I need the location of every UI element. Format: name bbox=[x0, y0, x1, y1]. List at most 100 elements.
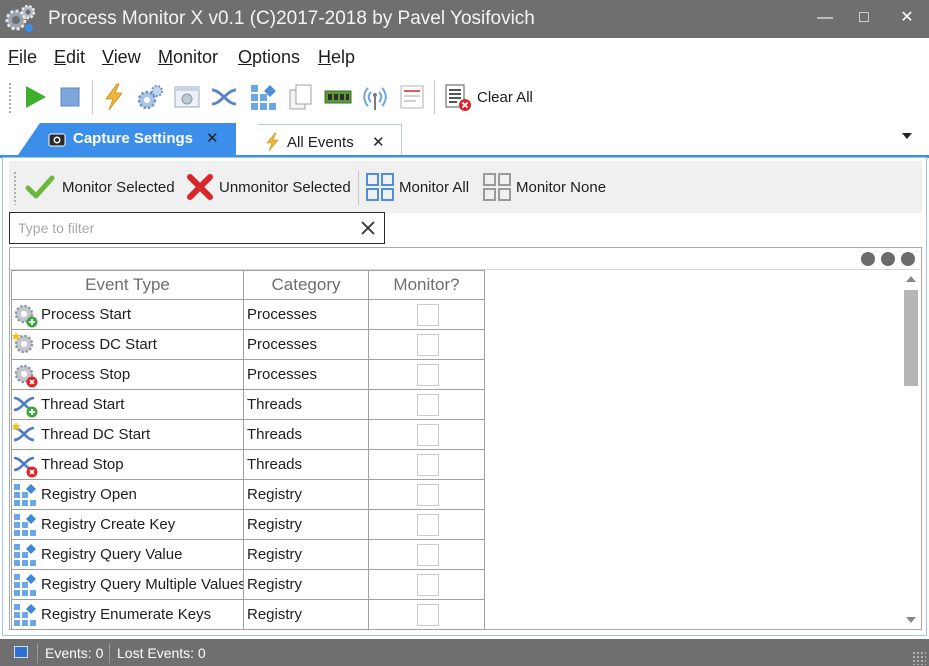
category-cell[interactable]: Processes bbox=[243, 359, 369, 390]
thread-icon[interactable] bbox=[209, 82, 239, 112]
monitor-checkbox[interactable] bbox=[417, 513, 439, 536]
title-bar[interactable]: Process Monitor X v0.1 (C)2017-2018 by P… bbox=[0, 0, 929, 38]
maximize-button[interactable]: □ bbox=[851, 6, 877, 30]
play-icon[interactable] bbox=[20, 82, 50, 112]
scrollbar-thumb[interactable] bbox=[904, 290, 918, 386]
clear-list-icon[interactable] bbox=[443, 82, 473, 112]
file-icon[interactable] bbox=[397, 82, 427, 112]
event-type-cell[interactable]: Registry Create Key bbox=[11, 509, 244, 540]
table-row[interactable]: Registry Query Value Registry bbox=[11, 539, 485, 570]
monitor-checkbox[interactable] bbox=[417, 333, 439, 356]
filter-input[interactable] bbox=[18, 217, 348, 239]
scroll-up-icon[interactable] bbox=[906, 276, 916, 282]
event-type-cell[interactable]: Registry Open bbox=[11, 479, 244, 510]
monitor-none-button[interactable]: Monitor None bbox=[482, 171, 616, 203]
category-cell[interactable]: Registry bbox=[243, 569, 369, 600]
thread-dc-start-icon bbox=[12, 422, 35, 442]
monitor-checkbox[interactable] bbox=[417, 453, 439, 476]
category-cell[interactable]: Registry bbox=[243, 509, 369, 540]
tab-capture-settings-close-icon[interactable]: ✕ bbox=[206, 129, 219, 147]
monitor-checkbox[interactable] bbox=[417, 543, 439, 566]
registry-icon[interactable] bbox=[248, 82, 278, 112]
monitor-selected-button[interactable]: Monitor Selected bbox=[25, 171, 175, 203]
minimize-button[interactable]: — bbox=[812, 6, 838, 30]
menu-view[interactable]: View bbox=[102, 47, 141, 68]
table-row[interactable]: Registry Enumerate Keys Registry bbox=[11, 599, 485, 630]
event-type-cell[interactable]: Registry Enumerate Keys bbox=[11, 599, 244, 630]
monitor-checkbox[interactable] bbox=[417, 603, 439, 626]
table-row[interactable]: Process Stop Processes bbox=[11, 359, 485, 390]
menu-monitor[interactable]: Monitor bbox=[158, 47, 218, 68]
more-options-icon[interactable] bbox=[861, 252, 875, 266]
gears-icon[interactable] bbox=[135, 82, 165, 112]
event-type-cell[interactable]: Thread Start bbox=[11, 389, 244, 420]
action-bar-grip[interactable] bbox=[13, 171, 17, 205]
category-cell[interactable]: Registry bbox=[243, 479, 369, 510]
table-row[interactable]: Process Start Processes bbox=[11, 299, 485, 330]
menu-options[interactable]: Options bbox=[238, 47, 300, 68]
event-type-cell[interactable]: Process DC Start bbox=[11, 329, 244, 360]
toolbar-grip[interactable] bbox=[8, 82, 12, 114]
category-cell[interactable]: Processes bbox=[243, 329, 369, 360]
checkmark-icon bbox=[25, 175, 55, 199]
unmonitor-selected-button[interactable]: Unmonitor Selected bbox=[185, 171, 353, 203]
monitor-checkbox[interactable] bbox=[417, 303, 439, 326]
table-row[interactable]: Thread Start Threads bbox=[11, 389, 485, 420]
event-type-cell[interactable]: Process Stop bbox=[11, 359, 244, 390]
close-button[interactable]: ✕ bbox=[894, 6, 920, 30]
category-cell[interactable]: Registry bbox=[243, 539, 369, 570]
event-type-cell[interactable]: Thread Stop bbox=[11, 449, 244, 480]
menu-file[interactable]: File bbox=[8, 47, 37, 68]
table-row[interactable]: Registry Open Registry bbox=[11, 479, 485, 510]
column-header-category[interactable]: Category bbox=[243, 270, 369, 300]
column-header-monitor[interactable]: Monitor? bbox=[368, 270, 485, 300]
more-options-icon[interactable] bbox=[881, 252, 895, 266]
category-cell[interactable]: Threads bbox=[243, 419, 369, 450]
event-type-cell[interactable]: Registry Query Multiple Values bbox=[11, 569, 244, 600]
column-header-event-type[interactable]: Event Type bbox=[11, 270, 244, 300]
copy-icon[interactable] bbox=[285, 82, 315, 112]
red-x-icon bbox=[187, 174, 213, 200]
scroll-down-icon[interactable] bbox=[906, 617, 916, 623]
table-row[interactable]: Thread DC Start Threads bbox=[11, 419, 485, 450]
resize-grip[interactable] bbox=[912, 651, 926, 665]
clear-all-button[interactable]: Clear All bbox=[477, 89, 533, 106]
tab-capture-settings[interactable]: Capture Settings ✕ bbox=[18, 123, 236, 155]
event-type-cell[interactable]: Thread DC Start bbox=[11, 419, 244, 450]
category-cell[interactable]: Processes bbox=[243, 299, 369, 330]
lightning-icon[interactable] bbox=[99, 82, 129, 112]
table-row[interactable]: Registry Query Multiple Values Registry bbox=[11, 569, 485, 600]
table-row[interactable]: Registry Create Key Registry bbox=[11, 509, 485, 540]
monitor-all-label: Monitor All bbox=[399, 179, 470, 196]
monitor-checkbox[interactable] bbox=[417, 393, 439, 416]
category-cell[interactable]: Threads bbox=[243, 449, 369, 480]
table-row[interactable]: Thread Stop Threads bbox=[11, 449, 485, 480]
tab-all-events-close-icon[interactable]: ✕ bbox=[372, 133, 385, 151]
event-type-cell[interactable]: Registry Query Value bbox=[11, 539, 244, 570]
monitor-checkbox[interactable] bbox=[417, 573, 439, 596]
table-row[interactable]: Process DC Start Processes bbox=[11, 329, 485, 360]
event-type-label: Registry Create Key bbox=[41, 516, 176, 533]
tab-strip: Capture Settings ✕ All Events ✕ bbox=[0, 120, 929, 158]
monitor-checkbox[interactable] bbox=[417, 423, 439, 446]
menu-edit[interactable]: Edit bbox=[54, 47, 85, 68]
monitor-all-button[interactable]: Monitor All bbox=[365, 171, 477, 203]
tab-list-dropdown-icon[interactable] bbox=[902, 133, 912, 139]
monitor-selected-label: Monitor Selected bbox=[62, 179, 175, 196]
clear-filter-icon[interactable] bbox=[358, 218, 378, 238]
monitor-checkbox[interactable] bbox=[417, 363, 439, 386]
process-window-icon[interactable] bbox=[172, 82, 202, 112]
event-type-label: Registry Query Multiple Values bbox=[41, 576, 244, 593]
category-cell[interactable]: Threads bbox=[243, 389, 369, 420]
tab-all-events[interactable]: All Events ✕ bbox=[236, 124, 402, 158]
network-antenna-icon[interactable] bbox=[360, 82, 390, 112]
more-options-icon[interactable] bbox=[901, 252, 915, 266]
memory-chip-icon[interactable] bbox=[323, 82, 353, 112]
lost-events-count: Lost Events: 0 bbox=[117, 645, 206, 661]
category-cell[interactable]: Registry bbox=[243, 599, 369, 630]
vertical-scrollbar[interactable] bbox=[901, 270, 921, 629]
menu-help[interactable]: Help bbox=[318, 47, 355, 68]
monitor-checkbox[interactable] bbox=[417, 483, 439, 506]
event-type-cell[interactable]: Process Start bbox=[11, 299, 244, 330]
stop-icon[interactable] bbox=[55, 82, 85, 112]
